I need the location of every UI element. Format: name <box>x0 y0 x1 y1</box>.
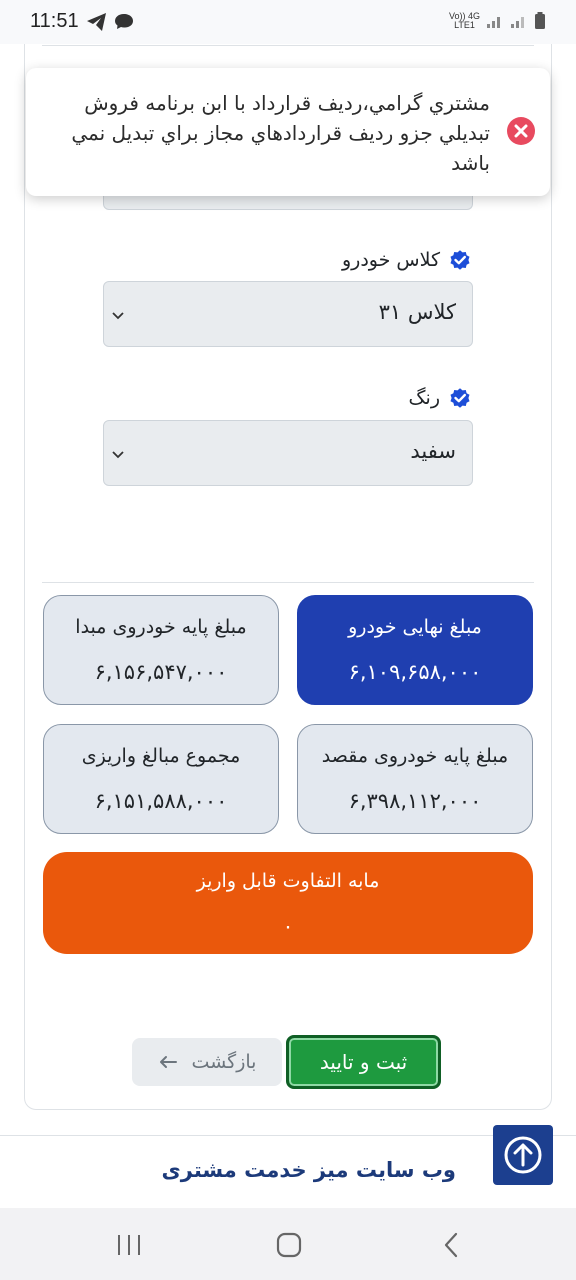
signal-icon <box>487 17 500 28</box>
color-value: سفید <box>410 439 456 463</box>
footer-divider <box>0 1135 576 1136</box>
toast-message: مشتري گرامي،رديف قرارداد با ابن برنامه ف… <box>71 91 490 175</box>
status-time: 11:51 <box>30 10 79 32</box>
car-class-select[interactable]: کلاس ۳۱ <box>103 281 473 347</box>
back-button[interactable]: بازگشت <box>132 1038 282 1086</box>
car-class-value: کلاس ۳۱ <box>378 300 456 324</box>
base-origin-card: مبلغ پایه خودروی مبدا ۶,۱۵۶,۵۴۷,۰۰۰ <box>43 595 279 705</box>
arrow-left-icon <box>159 1056 177 1068</box>
error-x-icon[interactable] <box>506 116 536 146</box>
network-indicator: Vo)) 4G LTE1 <box>448 11 480 30</box>
chevron-down-icon <box>112 451 124 459</box>
difference-card: مابه التفاوت قابل واریز ۰ <box>43 852 533 954</box>
signal-icon-2 <box>511 17 524 28</box>
verified-check-icon <box>450 388 470 408</box>
divider <box>42 45 534 46</box>
total-paid-card: مجموع مبالغ واریزی ۶,۱۵۱,۵۸۸,۰۰۰ <box>43 724 279 834</box>
final-price-card: مبلغ نهایی خودرو ۶,۱۰۹,۶۵۸,۰۰۰ <box>297 595 533 705</box>
color-label: رنگ <box>409 386 472 410</box>
submit-button[interactable]: ثبت و تایید <box>286 1035 441 1089</box>
status-bar: 11:51 Vo)) 4G LTE1 <box>0 0 576 44</box>
telegram-icon <box>87 13 106 31</box>
error-toast[interactable]: مشتري گرامي،رديف قرارداد با ابن برنامه ف… <box>26 68 550 196</box>
divider <box>42 582 534 583</box>
verified-check-icon <box>450 250 470 270</box>
color-select[interactable]: سفید <box>103 420 473 486</box>
recent-apps-icon[interactable] <box>114 1232 144 1258</box>
arrow-up-circle-icon <box>504 1136 542 1174</box>
back-nav-icon[interactable] <box>436 1232 466 1258</box>
system-nav-bar <box>0 1208 576 1280</box>
chevron-down-icon <box>112 312 124 320</box>
chat-bubble-icon <box>115 14 133 29</box>
car-class-label: کلاس خودرو <box>342 248 472 272</box>
footer-title[interactable]: وب سایت میز خدمت مشتری <box>162 1158 456 1182</box>
base-destination-card: مبلغ پایه خودروی مقصد ۶,۳۹۸,۱۱۲,۰۰۰ <box>297 724 533 834</box>
back-button-label: بازگشت <box>191 1051 257 1073</box>
scroll-to-top-button[interactable] <box>493 1125 553 1185</box>
home-icon[interactable] <box>274 1232 304 1258</box>
battery-icon <box>535 12 545 29</box>
